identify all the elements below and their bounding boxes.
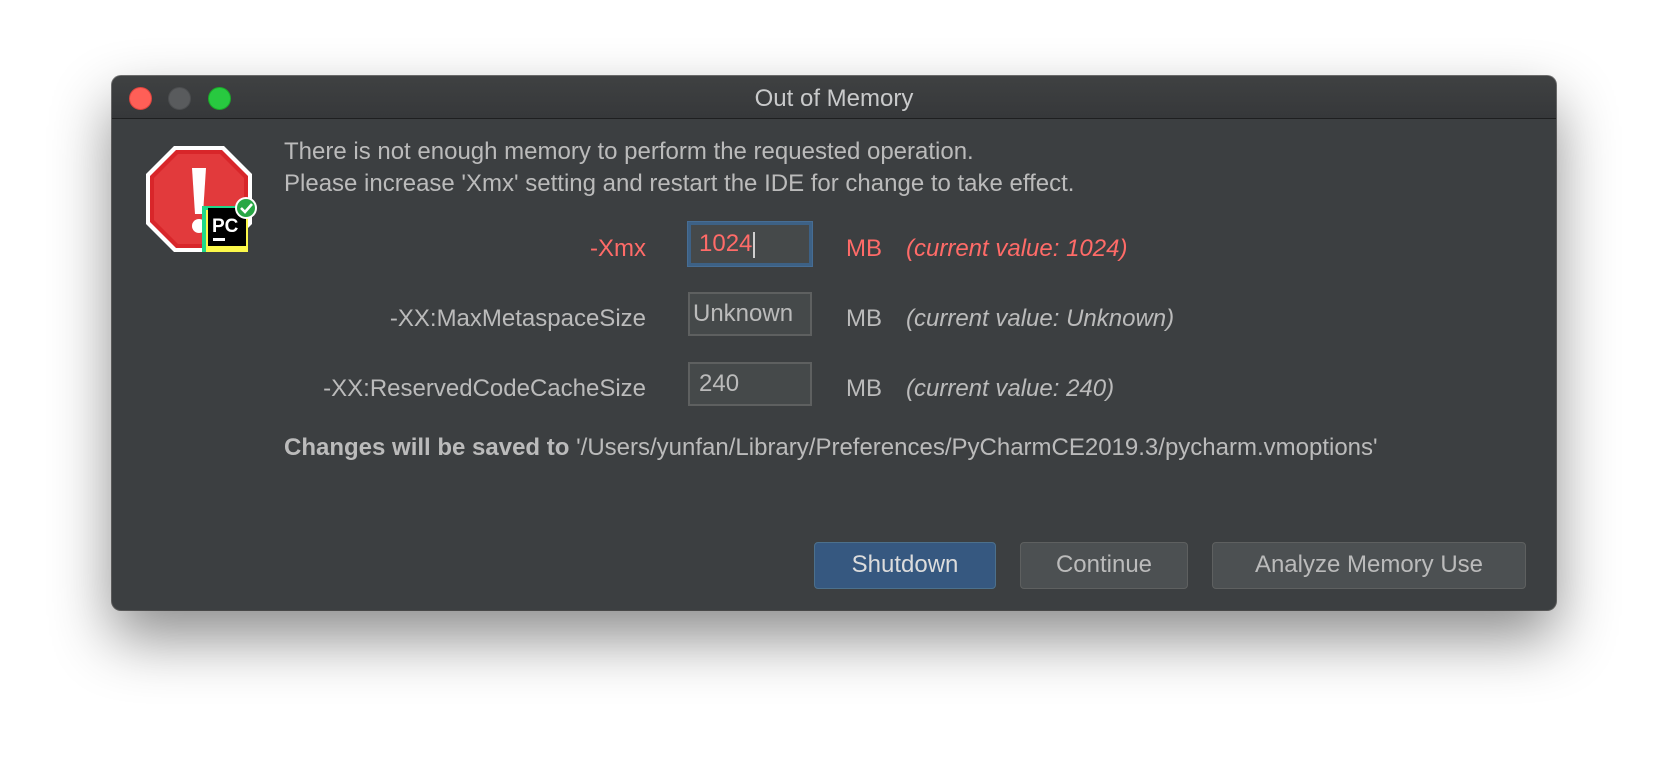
- xmx-label: -Xmx: [590, 235, 646, 262]
- xmx-current-value: (current value: 1024): [906, 235, 1128, 262]
- max-metaspace-size-label: -XX:MaxMetaspaceSize: [389, 305, 646, 332]
- save-location-note: Changes will be saved to '/Users/yunfan/…: [284, 434, 1378, 462]
- svg-text:PC: PC: [212, 216, 239, 237]
- xmx-unit: MB: [846, 235, 882, 262]
- analyze-memory-use-button[interactable]: Analyze Memory Use: [1212, 542, 1526, 589]
- out-of-memory-dialog: Out of Memory PC There is not enough mem…: [112, 76, 1556, 610]
- vmoptions-path: '/Users/yunfan/Library/Preferences/PyCha…: [576, 434, 1378, 461]
- reserved-code-cache-size-current-value: (current value: 240): [906, 375, 1115, 402]
- error-icon: PC: [144, 144, 262, 262]
- max-metaspace-size-current-value: (current value: Unknown): [906, 305, 1175, 332]
- max-metaspace-size-unit: MB: [846, 305, 882, 332]
- error-message: There is not enough memory to perform th…: [284, 136, 1074, 200]
- reserved-code-cache-size-unit: MB: [846, 375, 882, 402]
- reserved-code-cache-size-input[interactable]: 240: [688, 362, 812, 406]
- shutdown-button[interactable]: Shutdown: [814, 542, 996, 589]
- message-line-1: There is not enough memory to perform th…: [284, 138, 974, 165]
- message-line-2: Please increase 'Xmx' setting and restar…: [284, 170, 1075, 197]
- title-bar: Out of Memory: [112, 76, 1556, 119]
- continue-button[interactable]: Continue: [1020, 542, 1188, 589]
- xmx-input[interactable]: 1024: [688, 222, 812, 266]
- reserved-code-cache-size-label: -XX:ReservedCodeCacheSize: [323, 375, 646, 402]
- window-title: Out of Memory: [754, 85, 914, 112]
- max-metaspace-size-input[interactable]: Unknown: [688, 292, 812, 336]
- save-location-prefix: Changes will be saved to: [284, 434, 570, 461]
